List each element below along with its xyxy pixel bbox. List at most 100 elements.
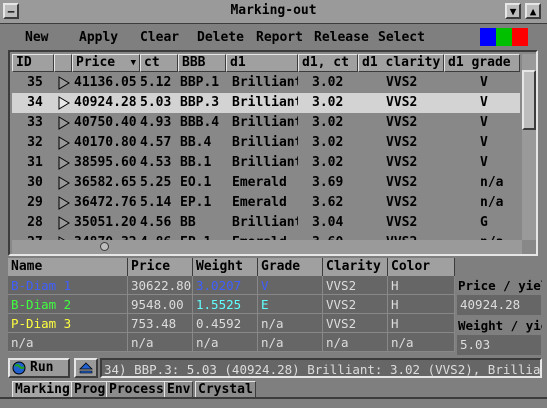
- cell-name: P-Diam 3: [8, 314, 128, 333]
- cell-d1-grade: V: [480, 155, 488, 170]
- table-row[interactable]: 35 41136.05 5.12 BBP.1 Brilliant 3.02 VVS2 V: [12, 73, 520, 93]
- color-swatch-green[interactable]: [496, 28, 512, 46]
- vertical-scrollbar[interactable]: [522, 54, 536, 240]
- price-yield-value: 40924.28: [457, 295, 541, 315]
- table-row[interactable]: 31 38595.60 4.53 BB.1 Brilliant 3.02 VVS2 V: [12, 153, 520, 173]
- menu-select[interactable]: Select: [378, 30, 425, 45]
- vertical-scroll-thumb[interactable]: [522, 70, 536, 130]
- tab-process[interactable]: Process: [106, 381, 167, 397]
- expand-arrow-icon[interactable]: [58, 176, 70, 190]
- col-header-name[interactable]: Name: [8, 258, 128, 276]
- expand-arrow-icon[interactable]: [58, 156, 70, 170]
- horizontal-scroll-thumb[interactable]: [100, 242, 109, 251]
- cell-ct: 4.93: [140, 115, 172, 130]
- expand-arrow-icon[interactable]: [58, 96, 70, 110]
- cell-d1-ct: 3.02: [312, 135, 344, 150]
- table-row[interactable]: 34 40924.28 5.03 BBP.3 Brilliant 3.02 VVS2 V: [12, 93, 520, 113]
- expand-arrow-icon[interactable]: [58, 136, 70, 150]
- menu-delete[interactable]: Delete: [197, 30, 244, 45]
- cell-d1-ct: 3.02: [312, 155, 344, 170]
- col-header-grade[interactable]: Grade: [258, 258, 323, 276]
- menu-new[interactable]: New: [25, 30, 48, 45]
- tab-prog[interactable]: Prog: [71, 381, 109, 397]
- col-header-marker[interactable]: [54, 54, 72, 72]
- cell-weight: n/a: [193, 333, 258, 352]
- cell-color: H: [388, 295, 455, 314]
- cell-d1-grade: V: [480, 135, 488, 150]
- cell-d1-clarity: VVS2: [386, 175, 418, 190]
- expand-arrow-icon[interactable]: [58, 216, 70, 230]
- menu-bar: New Apply Clear Delete Report Release Se…: [0, 26, 547, 48]
- color-swatches[interactable]: [480, 28, 528, 46]
- cell-ct: 5.25: [140, 175, 172, 190]
- cell-d1-ct: 3.02: [312, 75, 344, 90]
- cell-name: n/a: [8, 333, 128, 352]
- col-header-color[interactable]: Color: [388, 258, 455, 276]
- cell-clarity: VVS2: [323, 295, 388, 314]
- col-header-d1-ct[interactable]: d1, ct: [298, 54, 358, 72]
- cell-price: 41136.05: [74, 75, 137, 90]
- cell-d1-ct: 3.62: [312, 195, 344, 210]
- color-swatch-red[interactable]: [512, 28, 528, 46]
- cell-grade: V: [258, 276, 323, 295]
- expand-arrow-icon[interactable]: [58, 76, 70, 90]
- cell-d1: Brilliant: [232, 115, 298, 130]
- menu-clear[interactable]: Clear: [140, 30, 179, 45]
- cell-ct: 4.56: [140, 215, 172, 230]
- cell-weight: 3.0207: [193, 276, 258, 295]
- cell-bbb: EP.1: [180, 195, 212, 210]
- menu-report[interactable]: Report: [256, 30, 303, 45]
- tab-env[interactable]: Env: [164, 381, 194, 397]
- expand-arrow-icon[interactable]: [58, 116, 70, 130]
- table-row[interactable]: 29 36472.76 5.14 EP.1 Emerald 3.62 VVS2 n/a: [12, 193, 520, 213]
- cell-price: 35051.20: [74, 215, 137, 230]
- minimize-button[interactable]: ▼: [505, 3, 521, 19]
- diamonds-table: Name Price Weight 4 Grade Clarity Color …: [8, 258, 455, 354]
- color-swatch-blue[interactable]: [480, 28, 496, 46]
- table-row[interactable]: 28 35051.20 4.56 BB Brilliant 3.04 VVS2 G: [12, 213, 520, 233]
- run-button[interactable]: Run: [8, 358, 70, 378]
- cell-name: B-Diam 2: [8, 295, 128, 314]
- cell-color: H: [388, 276, 455, 295]
- cell-d1-grade: V: [480, 115, 488, 130]
- title-bar: — Marking-out ▼ ▲: [0, 0, 547, 24]
- menu-release[interactable]: Release: [314, 30, 369, 45]
- col-header-price[interactable]: Price ▼: [72, 54, 140, 72]
- cell-bbb: BB.4: [180, 135, 212, 150]
- eject-button[interactable]: [74, 358, 98, 378]
- expand-arrow-icon[interactable]: [58, 196, 70, 210]
- cell-d1-ct: 3.02: [312, 95, 344, 110]
- cell-d1: Brilliant: [232, 95, 298, 110]
- cell-price: 40924.28: [74, 95, 137, 110]
- cell-d1-ct: 3.02: [312, 115, 344, 130]
- tab-marking[interactable]: Marking: [12, 381, 73, 397]
- horizontal-scrollbar[interactable]: [12, 240, 522, 254]
- table-row[interactable]: 32 40170.80 4.57 BB.4 Brilliant 3.02 VVS2 V: [12, 133, 520, 153]
- maximize-button[interactable]: ▲: [525, 3, 541, 19]
- cell-grade: E: [258, 295, 323, 314]
- col-header-d1-grade[interactable]: d1 grade: [444, 54, 520, 72]
- cell-d1-clarity: VVS2: [386, 75, 418, 90]
- col-header-d1-clarity[interactable]: d1 clarity: [358, 54, 444, 72]
- col-header-weight[interactable]: Weight 4: [193, 258, 258, 292]
- cell-d1-clarity: VVS2: [386, 95, 418, 110]
- col-header-id[interactable]: ID: [12, 54, 54, 72]
- cell-d1-grade: n/a: [480, 175, 504, 190]
- cell-d1: Emerald: [232, 195, 287, 210]
- cell-id: 35: [27, 75, 43, 90]
- cuts-table: ID Price ▼ ct BBB d1 d1, ct d1 clarity d1…: [8, 50, 538, 256]
- menu-apply[interactable]: Apply: [79, 30, 118, 45]
- cell-d1-grade: G: [480, 215, 488, 230]
- col-header-d1[interactable]: d1: [226, 54, 298, 72]
- col-header-ct[interactable]: ct: [140, 54, 178, 72]
- run-label: Run: [30, 360, 54, 375]
- cell-clarity: n/a: [323, 333, 388, 352]
- cell-id: 28: [27, 215, 43, 230]
- cell-price: 40750.40: [74, 115, 137, 130]
- table-row[interactable]: 30 36582.65 5.25 EO.1 Emerald 3.69 VVS2 n/a: [12, 173, 520, 193]
- col-header-clarity[interactable]: Clarity: [323, 258, 388, 276]
- table-row[interactable]: 33 40750.40 4.93 BBB.4 Brilliant 3.02 VVS2 V: [12, 113, 520, 133]
- col-header-bbb[interactable]: BBB: [178, 54, 226, 72]
- tab-crystal[interactable]: Crystal: [195, 381, 256, 397]
- col-header-price[interactable]: Price: [128, 258, 193, 276]
